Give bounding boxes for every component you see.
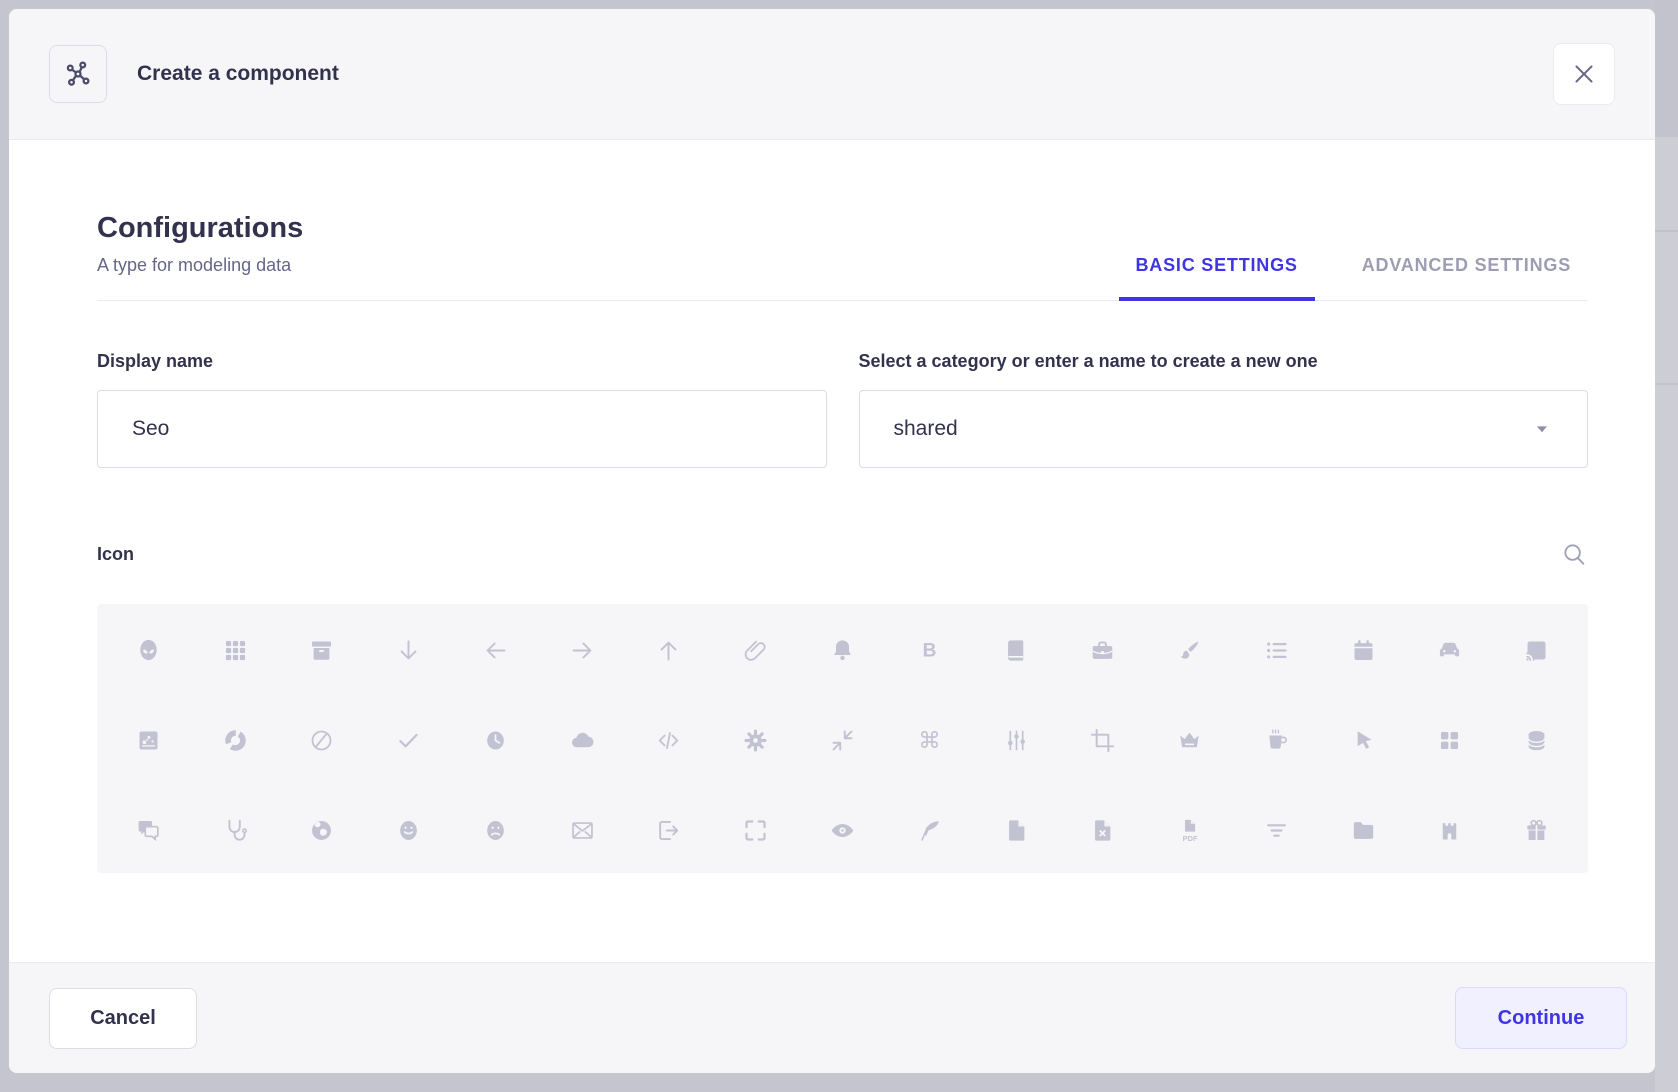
- create-component-modal: Create a component Configurations A type…: [9, 9, 1655, 1073]
- doctor-icon[interactable]: [220, 815, 250, 845]
- category-group: Select a category or enter a name to cre…: [859, 351, 1589, 468]
- section-titles: Configurations A type for modeling data: [97, 212, 303, 300]
- divider: [1655, 383, 1678, 385]
- code-icon[interactable]: [654, 725, 684, 755]
- display-name-input[interactable]: Seo: [97, 390, 827, 468]
- chart-circle-icon[interactable]: [220, 725, 250, 755]
- tab-advanced-settings[interactable]: ADVANCED SETTINGS: [1345, 255, 1588, 300]
- tabs: BASIC SETTINGS ADVANCED SETTINGS: [1119, 212, 1589, 300]
- exit-icon[interactable]: [654, 815, 684, 845]
- filter-icon[interactable]: [1261, 815, 1291, 845]
- cancel-button[interactable]: Cancel: [49, 988, 197, 1049]
- close-icon: [1571, 61, 1597, 87]
- search-icon: [1560, 540, 1588, 568]
- cup-icon[interactable]: [1261, 725, 1291, 755]
- icon-grid: [97, 604, 1588, 873]
- archive-icon[interactable]: [307, 635, 337, 665]
- modal-body: Configurations A type for modeling data …: [9, 140, 1655, 962]
- emotion-unhappy-icon[interactable]: [480, 815, 510, 845]
- arrow-down-icon[interactable]: [394, 635, 424, 665]
- clock-icon[interactable]: [480, 725, 510, 755]
- arrow-right-icon[interactable]: [567, 635, 597, 665]
- crop-icon[interactable]: [1088, 725, 1118, 755]
- category-value: shared: [894, 417, 958, 441]
- search-button[interactable]: [1560, 540, 1588, 568]
- crown-icon[interactable]: [1175, 725, 1205, 755]
- feather-icon[interactable]: [914, 815, 944, 845]
- collapse-icon[interactable]: [827, 725, 857, 755]
- chart-bubble-icon[interactable]: [133, 725, 163, 755]
- modal-header: Create a component: [9, 9, 1655, 140]
- close-button[interactable]: [1553, 43, 1615, 105]
- scrollbar-thumb[interactable]: [1655, 0, 1678, 137]
- car-icon[interactable]: [1435, 635, 1465, 665]
- dashboard-icon[interactable]: [1435, 725, 1465, 755]
- cursor-icon[interactable]: [1348, 725, 1378, 755]
- alien-icon[interactable]: [133, 635, 163, 665]
- arrow-left-icon[interactable]: [480, 635, 510, 665]
- form-row: Display name Seo Select a category or en…: [97, 351, 1588, 468]
- briefcase-icon[interactable]: [1088, 635, 1118, 665]
- file-icon[interactable]: [1001, 815, 1031, 845]
- expand-icon[interactable]: [741, 815, 771, 845]
- component-icon: [49, 45, 107, 103]
- file-pdf-icon[interactable]: [1175, 815, 1205, 845]
- earth-icon[interactable]: [307, 815, 337, 845]
- gift-icon[interactable]: [1522, 815, 1552, 845]
- envelop-icon[interactable]: [567, 815, 597, 845]
- cog-icon[interactable]: [741, 725, 771, 755]
- display-name-group: Display name Seo: [97, 351, 827, 468]
- section-head: Configurations A type for modeling data …: [97, 212, 1588, 301]
- eye-icon[interactable]: [827, 815, 857, 845]
- modal-footer: Cancel Continue: [9, 962, 1655, 1073]
- chevron-down-icon: [1531, 418, 1553, 440]
- modal-title: Create a component: [137, 62, 339, 86]
- book-icon[interactable]: [1001, 635, 1031, 665]
- cast-icon[interactable]: [1522, 635, 1552, 665]
- category-label: Select a category or enter a name to cre…: [859, 351, 1589, 372]
- scrollbar[interactable]: [1655, 0, 1678, 1092]
- command-icon[interactable]: [914, 725, 944, 755]
- icon-picker-head: Icon: [97, 540, 1588, 568]
- cloud-icon[interactable]: [567, 725, 597, 755]
- continue-button[interactable]: Continue: [1455, 987, 1627, 1049]
- page-title: Configurations: [97, 212, 303, 245]
- calendar-icon[interactable]: [1348, 635, 1378, 665]
- attachment-icon[interactable]: [741, 635, 771, 665]
- apps-icon[interactable]: [220, 635, 250, 665]
- chart-pie-icon[interactable]: [307, 725, 337, 755]
- file-error-icon[interactable]: [1088, 815, 1118, 845]
- bold-icon[interactable]: [914, 635, 944, 665]
- bell-icon[interactable]: [827, 635, 857, 665]
- emotion-happy-icon[interactable]: [394, 815, 424, 845]
- connector-icon[interactable]: [1001, 725, 1031, 755]
- folder-icon[interactable]: [1348, 815, 1378, 845]
- check-icon[interactable]: [394, 725, 424, 755]
- database-icon[interactable]: [1522, 725, 1552, 755]
- arrow-up-icon[interactable]: [654, 635, 684, 665]
- display-name-value: Seo: [132, 417, 169, 441]
- icon-label: Icon: [97, 544, 134, 565]
- brush-icon[interactable]: [1175, 635, 1205, 665]
- bullet-list-icon[interactable]: [1261, 635, 1291, 665]
- page-subtitle: A type for modeling data: [97, 255, 303, 276]
- discuss-icon[interactable]: [133, 815, 163, 845]
- divider: [1655, 230, 1678, 232]
- tab-basic-settings[interactable]: BASIC SETTINGS: [1119, 255, 1315, 300]
- category-select[interactable]: shared: [859, 390, 1589, 468]
- gate-icon[interactable]: [1435, 815, 1465, 845]
- display-name-label: Display name: [97, 351, 827, 372]
